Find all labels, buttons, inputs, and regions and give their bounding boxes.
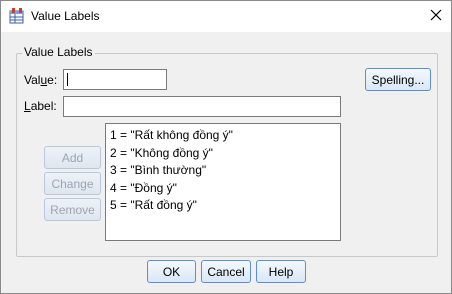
cancel-button[interactable]: Cancel <box>201 260 251 283</box>
close-button[interactable] <box>421 1 451 32</box>
value-labels-grid-icon <box>9 8 25 24</box>
list-item[interactable]: 3 = "Bình thường" <box>110 162 340 180</box>
list-item[interactable]: 5 = "Rất đồng ý" <box>110 197 340 215</box>
label-label-suffix: abel: <box>30 99 57 113</box>
add-button[interactable]: Add <box>44 146 101 169</box>
value-field-label: Value: <box>24 73 57 87</box>
value-label-suffix: e: <box>47 73 58 87</box>
list-item[interactable]: 4 = "Đồng ý" <box>110 180 340 198</box>
value-label-prefix: Val <box>24 73 41 87</box>
value-labels-dialog: Value Labels Value Labels Value: Label: … <box>0 0 452 294</box>
label-input[interactable] <box>63 96 341 117</box>
remove-button[interactable]: Remove <box>44 198 101 221</box>
value-labels-list[interactable]: 1 = "Rất không đồng ý" 2 = "Không đồng ý… <box>105 123 341 241</box>
spelling-button[interactable]: Spelling... <box>365 68 431 91</box>
value-input[interactable] <box>63 69 167 90</box>
window-title: Value Labels <box>31 9 100 23</box>
label-field-label: Label: <box>24 99 57 113</box>
ok-button[interactable]: OK <box>147 260 196 283</box>
text-caret <box>67 73 68 86</box>
group-legend: Value Labels <box>22 45 95 59</box>
list-item[interactable]: 2 = "Không đồng ý" <box>110 145 340 163</box>
help-button[interactable]: Help <box>256 260 306 283</box>
title-bar: Value Labels <box>1 1 451 32</box>
close-icon <box>430 9 442 24</box>
label-label-mnemonic: L <box>24 99 31 113</box>
list-item[interactable]: 1 = "Rất không đồng ý" <box>110 127 340 145</box>
change-button[interactable]: Change <box>44 172 101 195</box>
